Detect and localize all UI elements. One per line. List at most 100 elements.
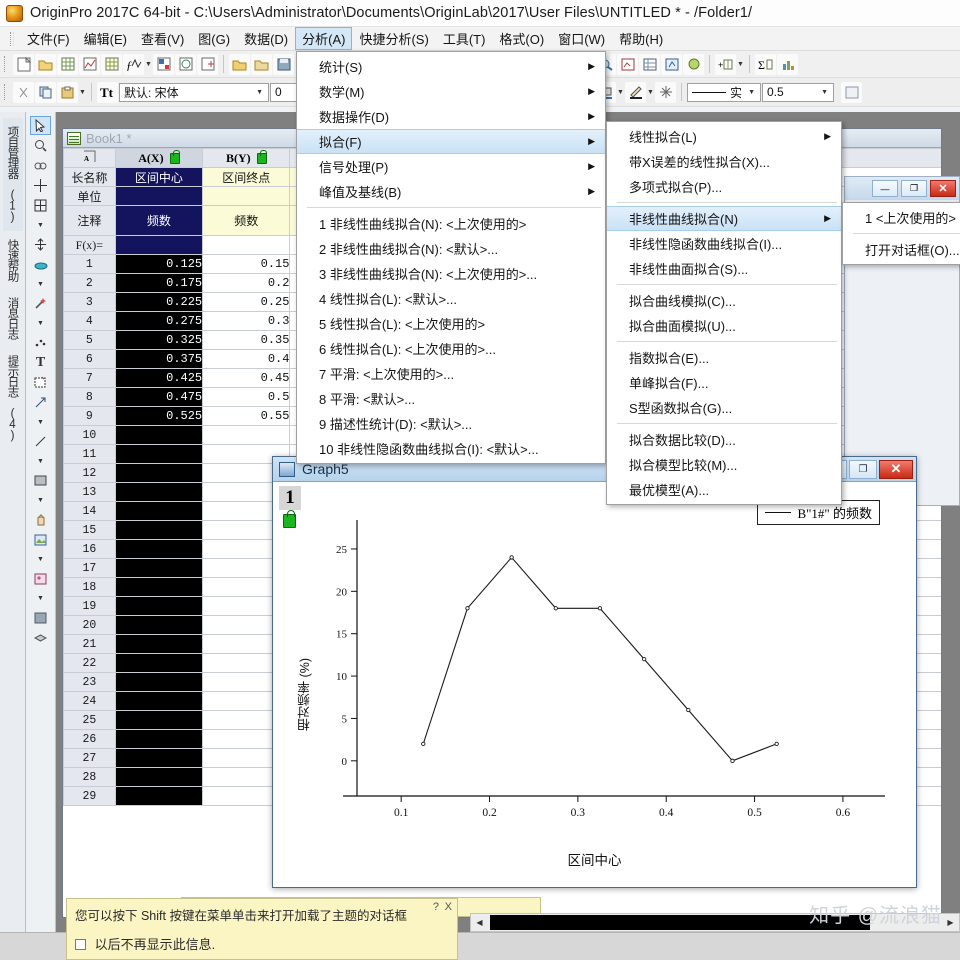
wand-icon[interactable] [30,294,51,313]
cell-b[interactable]: 0.2 [202,273,291,293]
row-number[interactable]: 2 [63,273,116,293]
cell-b[interactable]: 0.5 [202,387,291,407]
scatter-icon[interactable] [30,333,51,352]
menu-item[interactable]: 统计(S) ▶ [297,54,605,79]
image-icon[interactable] [30,530,51,549]
menu-window[interactable]: 窗口(W) [551,27,612,50]
menu-item[interactable]: 单峰拟合(F)... [607,370,841,395]
units-a[interactable] [114,186,204,206]
cell-a[interactable]: 0.325 [114,330,204,350]
image-dropdown-icon[interactable]: ▼ [37,550,44,568]
row-number[interactable]: 26 [63,729,116,749]
cell-a[interactable]: 0.125 [114,254,204,274]
menu-file[interactable]: 文件(F) [20,27,77,50]
line-color-icon[interactable] [625,81,646,103]
new-folder-icon[interactable] [35,53,56,75]
menu-quick-analysis[interactable]: 快捷分析(S) [352,27,435,50]
cell-b[interactable]: 0.25 [202,292,291,312]
cell-a[interactable] [114,615,204,635]
menu-item[interactable]: 6 线性拟合(L): <上次使用的>... [297,336,605,361]
row-number[interactable]: 15 [63,520,116,540]
open-project-icon[interactable] [229,53,250,75]
menu-item[interactable]: 4 线性拟合(L): <默认>... [297,286,605,311]
arrow-dropdown-icon[interactable]: ▼ [37,413,44,431]
right-panel-minimize-button[interactable]: — [872,180,898,197]
cell-b[interactable]: 0.35 [202,330,291,350]
row-number[interactable]: 24 [63,691,116,711]
sidebar-tab-quick-help[interactable]: 快速帮助 [3,231,23,289]
cell-a[interactable]: 0.175 [114,273,204,293]
cell-a[interactable]: 0.375 [114,349,204,369]
units-b[interactable] [202,186,291,206]
menu-item[interactable]: 拟合数据比较(D)... [607,427,841,452]
wand-dropdown-icon[interactable]: ▼ [37,314,44,332]
cell-a[interactable] [114,710,204,730]
cell-a[interactable] [114,501,204,521]
sidebar-tab-message-log[interactable]: 消息日志 [3,289,23,347]
longname-a[interactable]: 区间中心 [114,167,204,187]
menu-help[interactable]: 帮助(H) [612,27,670,50]
menu-item[interactable]: 信号处理(P) ▶ [297,154,605,179]
menu-item[interactable]: 多项式拟合(P)... [607,174,841,199]
new-matrix-icon[interactable] [101,53,122,75]
object-icon[interactable] [30,608,51,627]
menu-item[interactable]: 非线性隐函数曲线拟合(I)... [607,231,841,256]
hand-icon[interactable] [30,510,51,529]
new-project-icon[interactable] [13,53,34,75]
row-number[interactable]: 10 [63,425,116,445]
graph-maximize-button[interactable]: ❐ [849,459,877,479]
row-number[interactable]: 4 [63,311,116,331]
new-graph-icon[interactable] [79,53,100,75]
line-dropdown-icon[interactable]: ▼ [37,452,44,470]
row-number[interactable]: 27 [63,748,116,768]
row-number[interactable]: 29 [63,786,116,806]
menu-item[interactable]: 拟合曲线模拟(C)... [607,288,841,313]
tip-checkbox-row[interactable]: 以后不再显示此信息. [75,934,449,953]
tip-close-icon[interactable]: X [445,901,452,913]
rect-dropdown-icon[interactable]: ▼ [37,491,44,509]
menu-item[interactable]: 1 非线性曲线拟合(N): <上次使用的> [297,211,605,236]
menu-item[interactable]: 7 平滑: <上次使用的>... [297,361,605,386]
crosshair-icon[interactable] [30,176,51,195]
chevron-down-icon-4[interactable]: ▼ [818,89,831,96]
tip-checkbox[interactable] [75,939,86,950]
tip-balloon[interactable]: ? X 您可以按下 Shift 按键在菜单单击来打开加载了主题的对话框 以后不再… [66,898,458,960]
cell-a[interactable] [114,482,204,502]
cell-b[interactable]: 0.3 [202,311,291,331]
analysis-dropdown-menu[interactable]: 统计(S) ▶ 数学(M) ▶ 数据操作(D) ▶ 拟合(F) ▶ 信号处理(P) ▶ 峰值及基线(… [296,51,606,464]
row-number[interactable]: 18 [63,577,116,597]
column-header-a[interactable]: A(X) [114,148,204,168]
themes-icon[interactable] [683,53,704,75]
row-number[interactable]: 28 [63,767,116,787]
row-number[interactable]: 9 [63,406,116,426]
nonlinear-fit-submenu[interactable]: 1 <上次使用的> 打开对话框(O)... [842,202,960,265]
cell-b[interactable]: 0.4 [202,349,291,369]
draw-dropdown-icon[interactable]: ▼ [37,275,44,293]
layer-icon[interactable] [30,628,51,647]
cell-a[interactable] [114,653,204,673]
menu-item[interactable]: 拟合曲面模拟(U)... [607,313,841,338]
menu-item[interactable]: 非线性曲面拟合(S)... [607,256,841,281]
zoom-icon[interactable] [30,136,51,155]
menu-item[interactable]: 9 描述性统计(D): <默认>... [297,411,605,436]
menu-item[interactable]: 数学(M) ▶ [297,79,605,104]
row-number[interactable]: 13 [63,482,116,502]
graph-window[interactable]: Graph5 — ❐ ✕ 1 B"1#" 的频数 相对频率 (%) 区间 [272,456,917,888]
worksheet-script-icon[interactable] [639,53,660,75]
rect-icon[interactable] [30,471,51,490]
comment-b[interactable]: 频数 [202,205,291,236]
corner-cell[interactable]: A [63,148,116,168]
cell-b[interactable]: 0.45 [202,368,291,388]
pointer-icon[interactable] [30,116,51,135]
sidebar-tab-prompt-log[interactable]: 提示日志 (4) [3,347,23,449]
chevron-down-icon-3[interactable]: ▼ [745,89,758,96]
menu-item[interactable]: 拟合模型比较(M)... [607,452,841,477]
cell-a[interactable] [114,691,204,711]
paste-icon[interactable] [57,81,78,103]
cell-a[interactable] [114,558,204,578]
cell-b[interactable]: 0.15 [202,254,291,274]
expand-icon[interactable] [30,196,51,215]
row-number[interactable]: 19 [63,596,116,616]
row-number[interactable]: 20 [63,615,116,635]
new-excel-icon[interactable] [197,53,218,75]
